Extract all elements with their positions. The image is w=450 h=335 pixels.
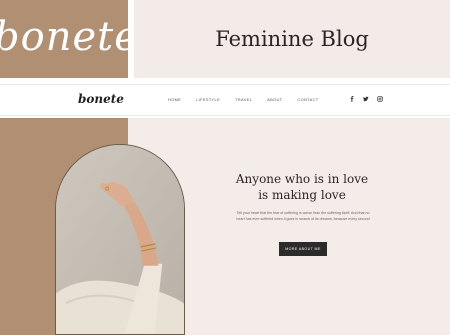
social-links <box>349 96 383 102</box>
nav-logo[interactable]: bonete <box>78 92 124 106</box>
nav-link-travel[interactable]: Travel <box>235 97 252 103</box>
headline: Anyone who is in love is making love <box>212 171 392 203</box>
headline-line-2: is making love <box>258 188 346 202</box>
instagram-icon[interactable] <box>377 96 383 102</box>
hero-title: Feminine Blog <box>215 27 369 51</box>
twitter-icon[interactable] <box>363 96 369 102</box>
nav-links: Home Lifestyle Travel About Contact <box>168 97 319 103</box>
intro-paragraph: Tell your heart that the fear of sufferi… <box>236 211 370 221</box>
nav-link-contact[interactable]: Contact <box>297 97 318 103</box>
headline-line-1: Anyone who is in love <box>235 172 369 186</box>
brand-script-logo: bonete <box>0 14 128 60</box>
more-about-me-button[interactable]: More about me <box>279 242 327 256</box>
brand-banner: bonete <box>0 0 128 78</box>
portrait-photo <box>55 144 185 335</box>
facebook-icon[interactable] <box>349 96 355 102</box>
nav-link-about[interactable]: About <box>267 97 282 103</box>
nav-link-home[interactable]: Home <box>168 97 181 103</box>
nav-link-lifestyle[interactable]: Lifestyle <box>196 97 220 103</box>
